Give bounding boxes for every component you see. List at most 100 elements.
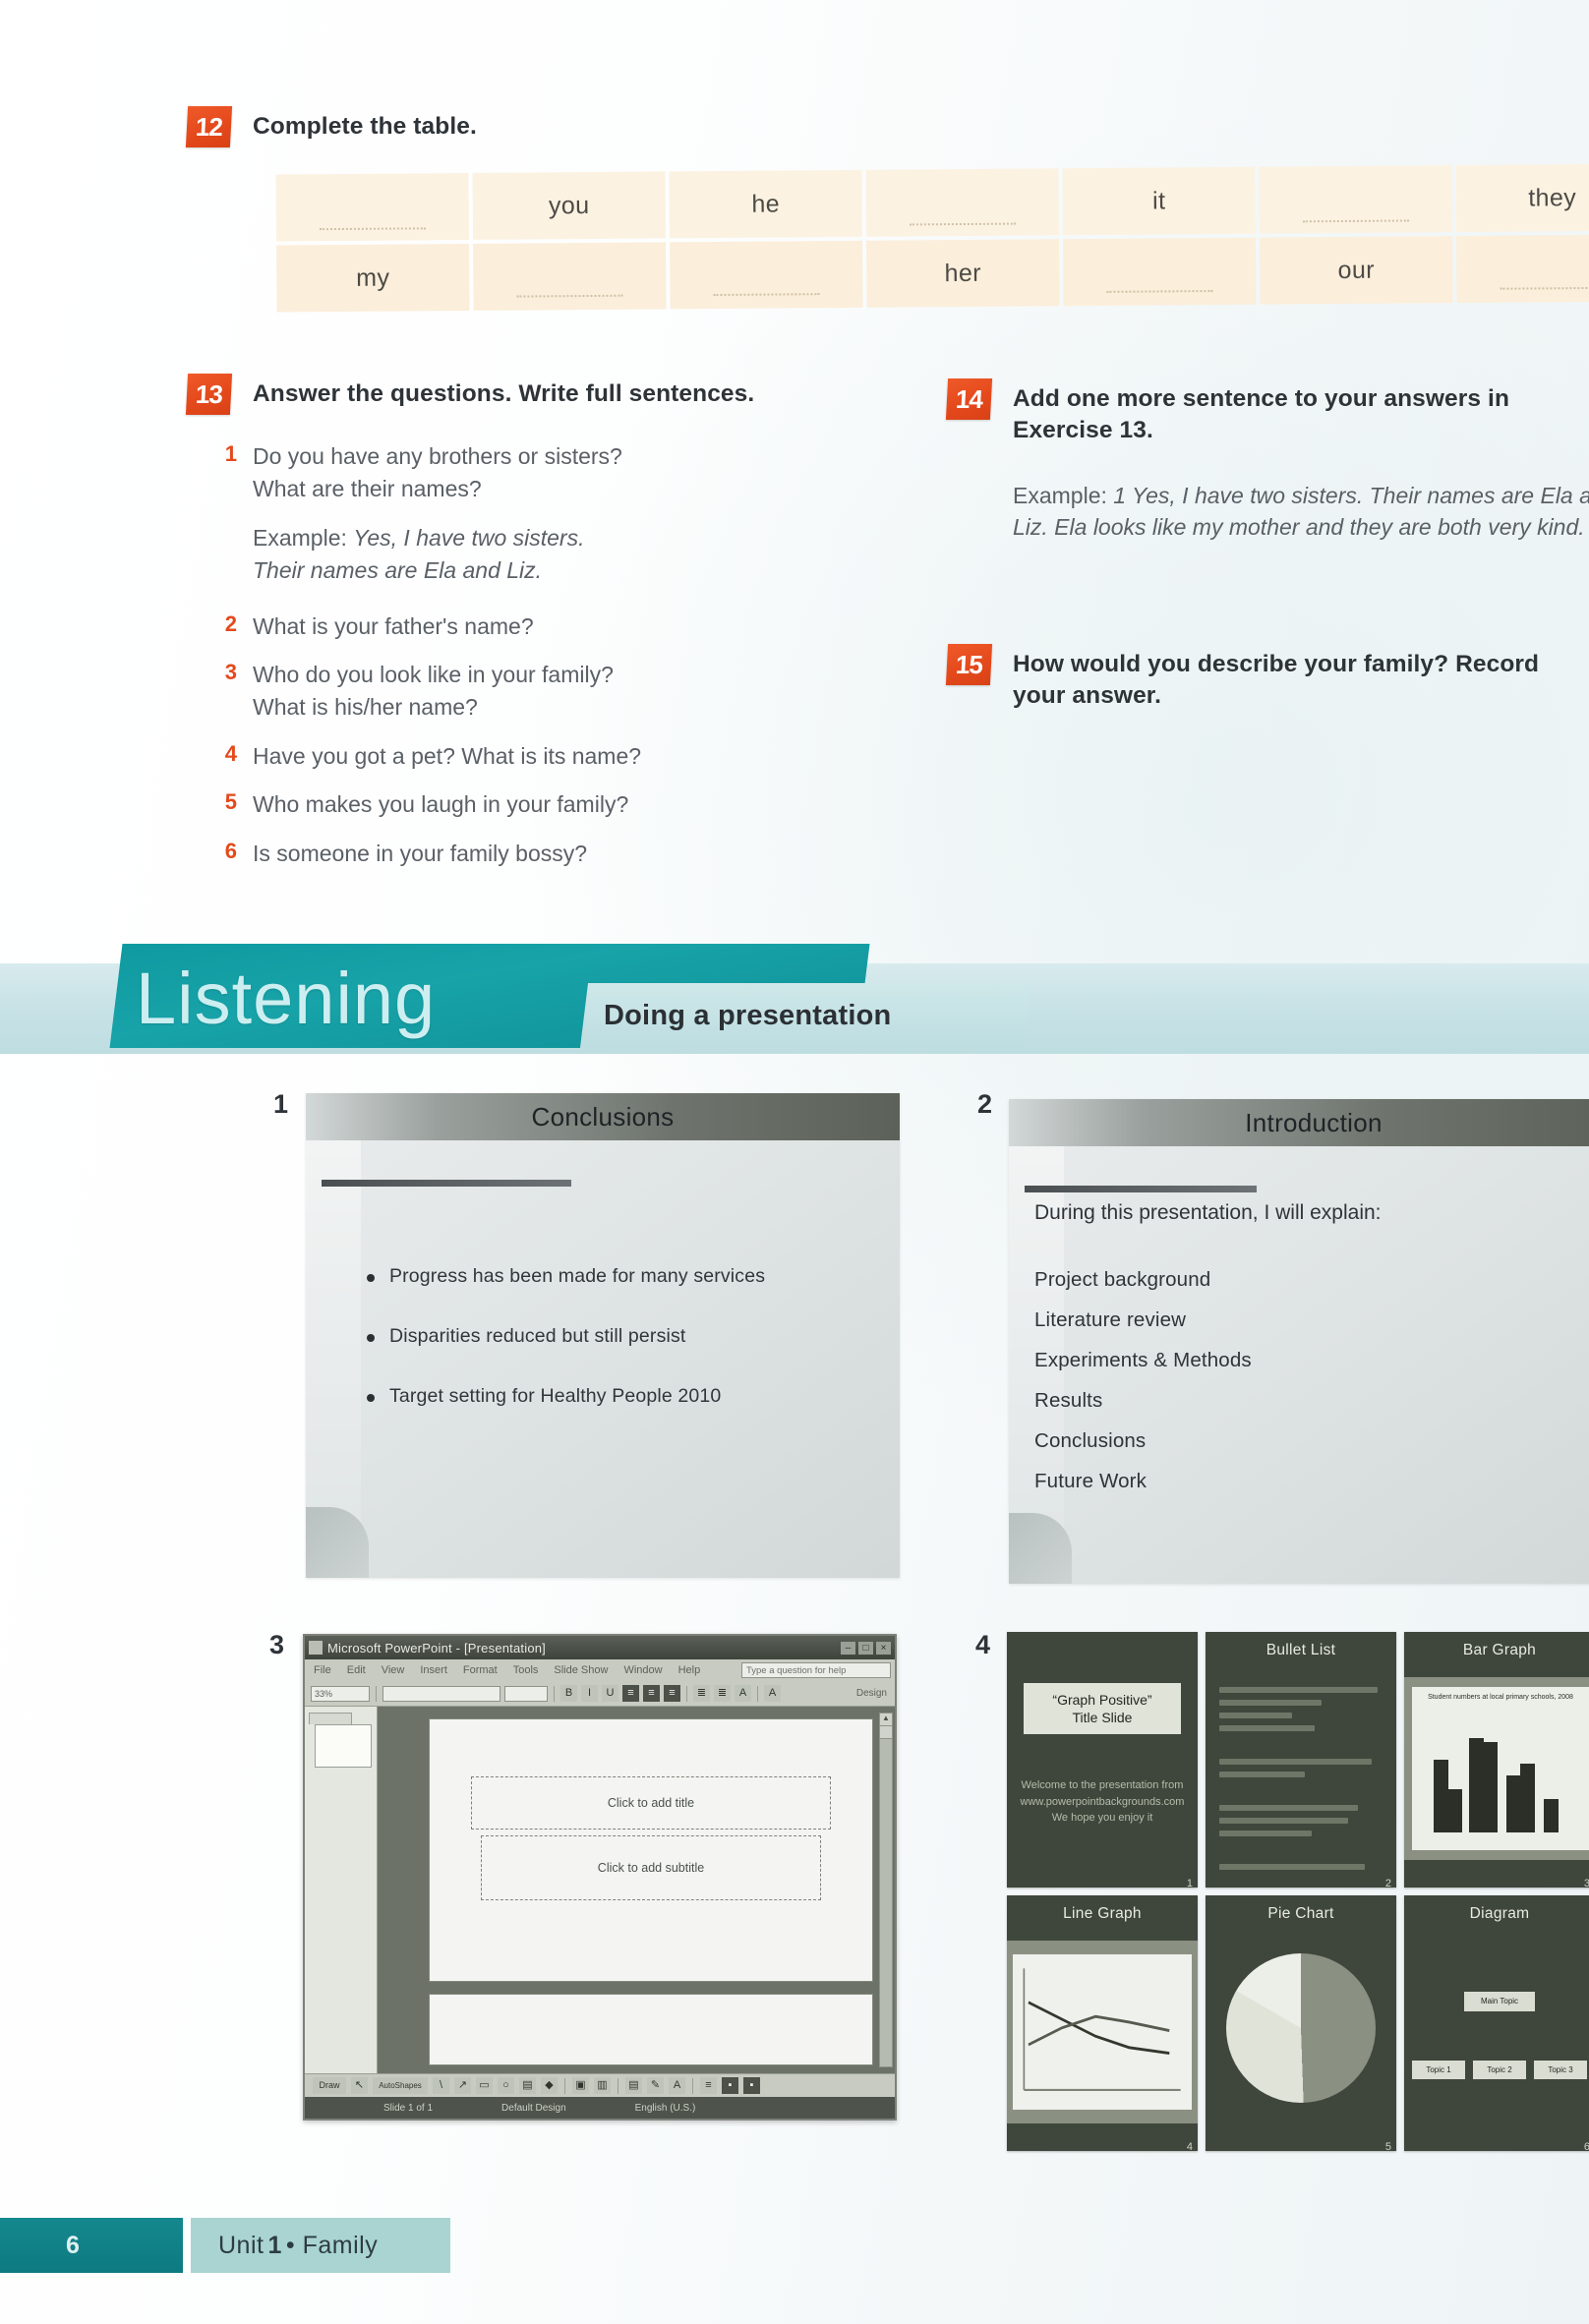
template-title-line-1: “Graph Positive” <box>1052 1691 1152 1708</box>
line-style-icon[interactable]: ≡ <box>700 2077 717 2094</box>
slide-thumbnail-1[interactable] <box>315 1724 372 1768</box>
slide-thumbnail-conclusions[interactable]: Conclusions Progress has been made for m… <box>306 1093 900 1578</box>
table-cell[interactable]: he <box>669 169 862 239</box>
exercise-13-badge: 13 <box>185 374 233 415</box>
powerpoint-toolbar: 33% B I U ≡ ≡ ≡ ≣ ≣ A A Design <box>305 1681 895 1707</box>
bold-icon[interactable]: B <box>560 1685 577 1702</box>
align-center-icon[interactable]: ≡ <box>643 1685 660 1702</box>
italic-icon[interactable]: I <box>581 1685 598 1702</box>
answer-rule <box>516 294 623 298</box>
clipart-icon[interactable]: ▥ <box>594 2077 611 2094</box>
slide-thumbnail-introduction[interactable]: Introduction During this presentation, I… <box>1009 1099 1589 1584</box>
align-left-icon[interactable]: ≡ <box>622 1685 639 1702</box>
fill-color-icon[interactable]: ▤ <box>625 2077 642 2094</box>
line-icon[interactable]: \ <box>433 2077 449 2094</box>
numbered-list-icon[interactable]: ≣ <box>693 1685 710 1702</box>
table-cell[interactable] <box>670 240 863 310</box>
slide-canvas[interactable]: Click to add title Click to add subtitle <box>429 1718 873 1982</box>
outline-tab[interactable] <box>309 1713 352 1724</box>
scroll-up-icon[interactable]: ▲ <box>880 1714 892 1726</box>
subtitle-placeholder[interactable]: Click to add subtitle <box>481 1835 821 1900</box>
answer-rule <box>319 227 426 231</box>
table-cell[interactable]: they <box>1455 163 1589 233</box>
exercise-12-header: 12 Complete the table. <box>185 106 477 147</box>
minimize-icon[interactable]: – <box>841 1641 855 1655</box>
status-design-name: Default Design <box>501 2102 566 2114</box>
arrow-icon[interactable]: ↗ <box>454 2077 471 2094</box>
slide-title: Introduction <box>1245 1107 1383 1137</box>
menu-item-help[interactable]: Help <box>678 1664 701 1676</box>
template-caption: Bullet List <box>1265 1642 1336 1658</box>
powerpoint-window[interactable]: Microsoft PowerPoint - [Presentation] – … <box>303 1634 897 2121</box>
template-line-graph[interactable]: Line Graph 4 <box>1007 1895 1198 2151</box>
menu-item-edit[interactable]: Edit <box>347 1664 366 1676</box>
slide-outline-pane[interactable] <box>305 1707 378 2073</box>
table-cell[interactable]: her <box>866 239 1060 308</box>
template-bullet-list[interactable]: Bullet List 2 <box>1206 1632 1396 1888</box>
table-cell[interactable] <box>1063 237 1257 307</box>
diagram-icon[interactable]: ▣ <box>572 2077 589 2094</box>
font-color-icon-2[interactable]: A <box>669 2077 685 2094</box>
align-right-icon[interactable]: ≡ <box>664 1685 680 1702</box>
template-diagram[interactable]: Diagram Main Topic Topic 1 Topic 2 Topic… <box>1404 1895 1589 2151</box>
underline-icon[interactable]: U <box>602 1685 618 1702</box>
powerpoint-body: Click to add title Click to add subtitle… <box>305 1707 895 2073</box>
menu-item-format[interactable]: Format <box>463 1664 498 1676</box>
list-item: 4 Have you got a pet? What is its name? <box>222 740 855 773</box>
increase-font-icon[interactable]: A <box>735 1685 751 1702</box>
vertical-scrollbar[interactable]: ▲ <box>879 1713 893 2067</box>
table-cell[interactable]: you <box>472 171 666 240</box>
template-thumbnail-grid: “Graph Positive” Title Slide Welcome to … <box>1007 1632 1589 2151</box>
help-search-input[interactable]: Type a question for help <box>741 1662 891 1678</box>
line-color-icon[interactable]: ✎ <box>647 2077 664 2094</box>
toolbar-separator <box>757 1685 758 1702</box>
table-cell[interactable]: my <box>276 243 470 313</box>
font-color-icon[interactable]: A <box>764 1685 781 1702</box>
table-cell[interactable] <box>275 172 469 242</box>
zoom-combo[interactable]: 33% <box>311 1685 370 1702</box>
list-item: 5 Who makes you laugh in your family? <box>222 788 855 821</box>
shadow-style-icon[interactable]: ▪ <box>722 2077 738 2094</box>
question-body: Who do you look like in your family? Wha… <box>253 659 614 723</box>
template-pie-chart[interactable]: Pie Chart 5 <box>1206 1895 1396 2151</box>
maximize-icon[interactable]: □ <box>858 1641 873 1655</box>
oval-icon[interactable]: ○ <box>498 2077 514 2094</box>
menu-item-tools[interactable]: Tools <box>513 1664 539 1676</box>
answer-rule <box>909 222 1016 226</box>
table-cell[interactable] <box>865 168 1059 237</box>
menu-item-slide-show[interactable]: Slide Show <box>554 1664 608 1676</box>
answer-rule <box>1106 290 1213 293</box>
answer-rule <box>713 293 820 297</box>
table-cell[interactable] <box>473 242 667 311</box>
question-number: 2 <box>224 610 237 636</box>
textbox-icon[interactable]: ▤ <box>519 2077 536 2094</box>
font-name-combo[interactable] <box>383 1685 500 1702</box>
menu-item-view[interactable]: View <box>382 1664 405 1676</box>
table-cell[interactable] <box>1456 234 1589 304</box>
footer-unit-number: 1 <box>267 2231 282 2259</box>
wordart-icon[interactable]: ◆ <box>541 2077 558 2094</box>
font-size-combo[interactable] <box>504 1685 548 1702</box>
question-number: 4 <box>224 740 237 766</box>
rectangle-icon[interactable]: ▭ <box>476 2077 493 2094</box>
table-cell[interactable]: it <box>1062 166 1256 236</box>
template-bar-graph[interactable]: Bar Graph Student numbers at local prima… <box>1404 1632 1589 1888</box>
title-placeholder[interactable]: Click to add title <box>471 1776 831 1830</box>
slide-agenda-item: Future Work <box>1034 1470 1148 1492</box>
menu-item-window[interactable]: Window <box>623 1664 662 1676</box>
select-arrow-icon[interactable]: ↖ <box>351 2077 368 2094</box>
close-icon[interactable]: × <box>876 1641 891 1655</box>
table-cell[interactable] <box>1259 165 1452 234</box>
scroll-thumb[interactable] <box>880 1726 892 1739</box>
autoshapes-button[interactable]: AutoShapes <box>373 2077 428 2094</box>
menu-item-file[interactable]: File <box>314 1664 331 1676</box>
template-title-slide[interactable]: “Graph Positive” Title Slide Welcome to … <box>1007 1632 1198 1888</box>
3d-style-icon[interactable]: ▪ <box>743 2077 760 2094</box>
exercise-15-header: 15 How would you describe your family? R… <box>945 644 1589 712</box>
design-button[interactable]: Design <box>856 1688 887 1699</box>
bulleted-list-icon[interactable]: ≣ <box>714 1685 731 1702</box>
notes-pane[interactable] <box>429 1994 873 2065</box>
menu-item-insert[interactable]: Insert <box>420 1664 447 1676</box>
draw-menu-button[interactable]: Draw <box>313 2077 346 2094</box>
table-cell[interactable]: our <box>1260 236 1453 305</box>
